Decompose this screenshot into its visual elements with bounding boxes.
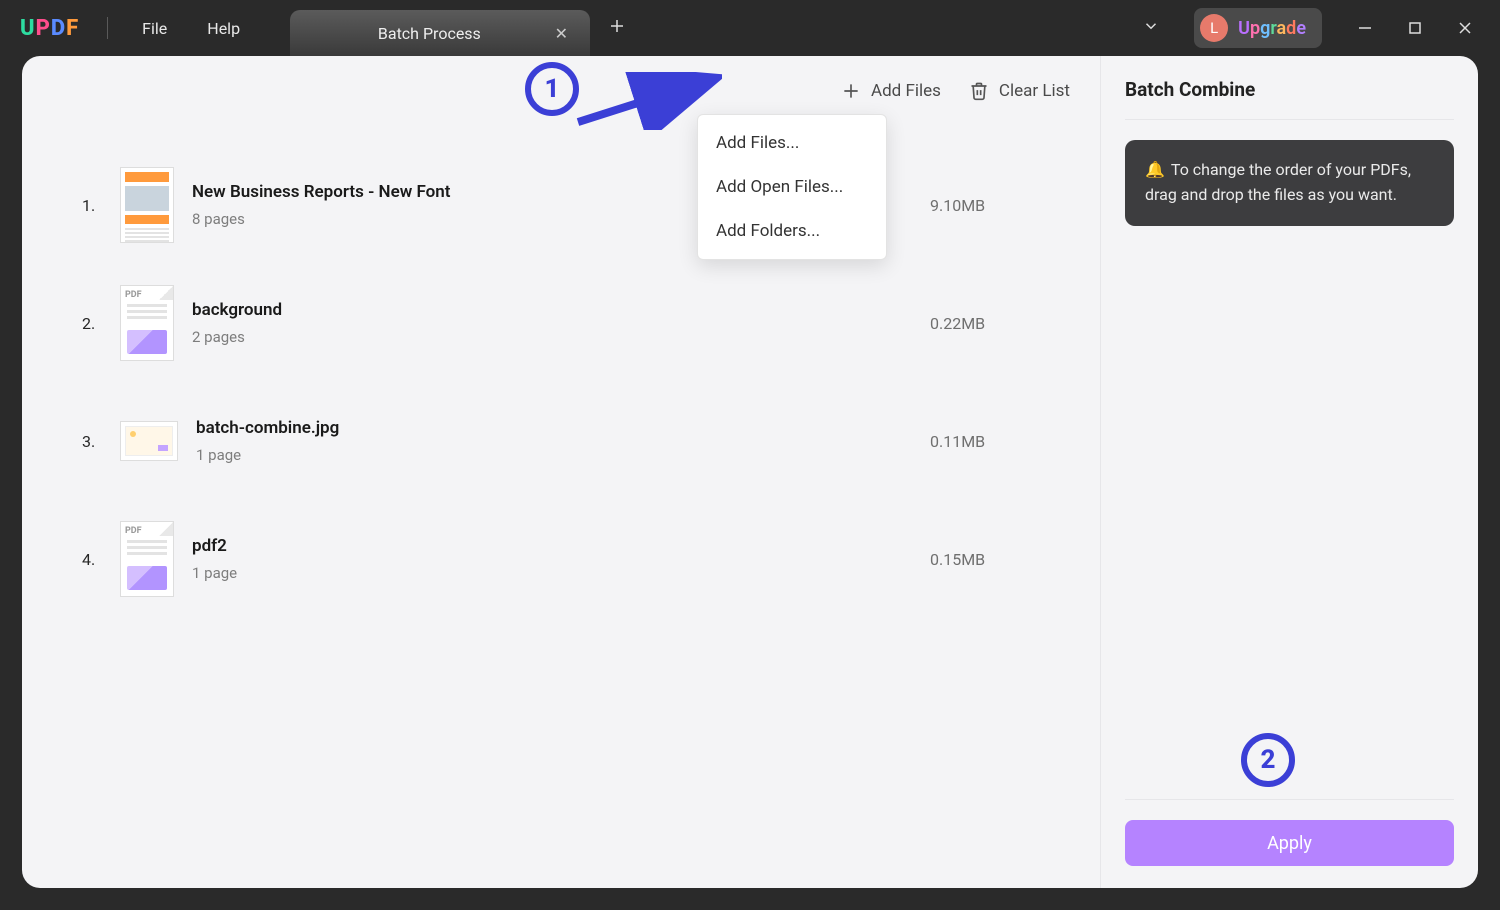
workspace: Add Files Clear List Add Files... Add Op… xyxy=(22,56,1478,888)
row-number: 2. xyxy=(82,314,112,333)
annotation-badge-2: 2 xyxy=(1241,733,1295,787)
clear-list-label: Clear List xyxy=(999,81,1070,101)
main-pane: Add Files Clear List Add Files... Add Op… xyxy=(22,56,1100,888)
tab-batch-process[interactable]: Batch Process ✕ xyxy=(290,10,590,56)
dropdown-add-open-files[interactable]: Add Open Files... xyxy=(698,165,886,209)
avatar: L xyxy=(1200,14,1228,42)
upgrade-label: Upgrade xyxy=(1238,18,1306,39)
file-thumbnail: PDF xyxy=(120,521,174,597)
list-item[interactable]: 4. PDF pdf2 1 page 0.15MB xyxy=(82,500,1070,618)
side-title: Batch Combine xyxy=(1125,78,1454,120)
maximize-icon[interactable] xyxy=(1390,8,1440,48)
add-files-label: Add Files xyxy=(871,81,941,101)
annotation-arrow-icon xyxy=(572,72,722,130)
dropdown-add-folders[interactable]: Add Folders... xyxy=(698,209,886,253)
file-thumbnail: PDF xyxy=(120,285,174,361)
dropdown-add-files[interactable]: Add Files... xyxy=(698,121,886,165)
file-size: 0.11MB xyxy=(930,432,1070,451)
file-size: 9.10MB xyxy=(930,196,1070,215)
tip-box: 🔔To change the order of your PDFs, drag … xyxy=(1125,140,1454,226)
close-icon[interactable]: ✕ xyxy=(551,20,572,47)
file-name: pdf2 xyxy=(192,536,930,556)
app-logo: UPDF xyxy=(10,16,93,41)
add-files-dropdown: Add Files... Add Open Files... Add Folde… xyxy=(697,114,887,260)
annotation-badge-1: 1 xyxy=(525,62,579,116)
file-name: background xyxy=(192,300,930,320)
list-item[interactable]: 3. batch-combine.jpg 1 page 0.11MB xyxy=(82,382,1070,500)
file-pages: 1 page xyxy=(196,446,930,464)
clear-list-button[interactable]: Clear List xyxy=(969,81,1070,101)
file-thumbnail xyxy=(120,421,178,461)
menu-file[interactable]: File xyxy=(122,19,187,38)
file-pages: 2 pages xyxy=(192,328,930,346)
titlebar: UPDF File Help Batch Process ✕ L Upgrade xyxy=(0,0,1500,56)
tip-text: To change the order of your PDFs, drag a… xyxy=(1145,160,1411,204)
new-tab-button[interactable] xyxy=(590,16,644,40)
file-size: 0.22MB xyxy=(930,314,1070,333)
file-pages: 1 page xyxy=(192,564,930,582)
close-window-icon[interactable] xyxy=(1440,8,1490,48)
apply-button[interactable]: Apply xyxy=(1125,820,1454,866)
menu-help[interactable]: Help xyxy=(187,19,260,38)
row-number: 3. xyxy=(82,432,112,451)
minimize-icon[interactable] xyxy=(1340,8,1390,48)
file-list: 1. New Business Reports - New Font 8 pag… xyxy=(22,116,1100,618)
upgrade-button[interactable]: L Upgrade xyxy=(1194,8,1322,48)
list-item[interactable]: 2. PDF background 2 pages 0.22MB xyxy=(82,264,1070,382)
separator xyxy=(107,17,108,39)
chevron-down-icon[interactable] xyxy=(1126,17,1176,39)
window-controls xyxy=(1340,8,1490,48)
plus-icon xyxy=(841,81,861,101)
row-number: 1. xyxy=(82,196,112,215)
file-size: 0.15MB xyxy=(930,550,1070,569)
list-item[interactable]: 1. New Business Reports - New Font 8 pag… xyxy=(82,146,1070,264)
file-name: batch-combine.jpg xyxy=(196,418,930,438)
row-number: 4. xyxy=(82,550,112,569)
add-files-button[interactable]: Add Files xyxy=(841,81,941,101)
bell-icon: 🔔 xyxy=(1145,160,1165,179)
tab-title: Batch Process xyxy=(308,24,551,43)
side-panel: Batch Combine 🔔To change the order of yo… xyxy=(1100,56,1478,888)
file-thumbnail xyxy=(120,167,174,243)
trash-icon xyxy=(969,81,989,101)
